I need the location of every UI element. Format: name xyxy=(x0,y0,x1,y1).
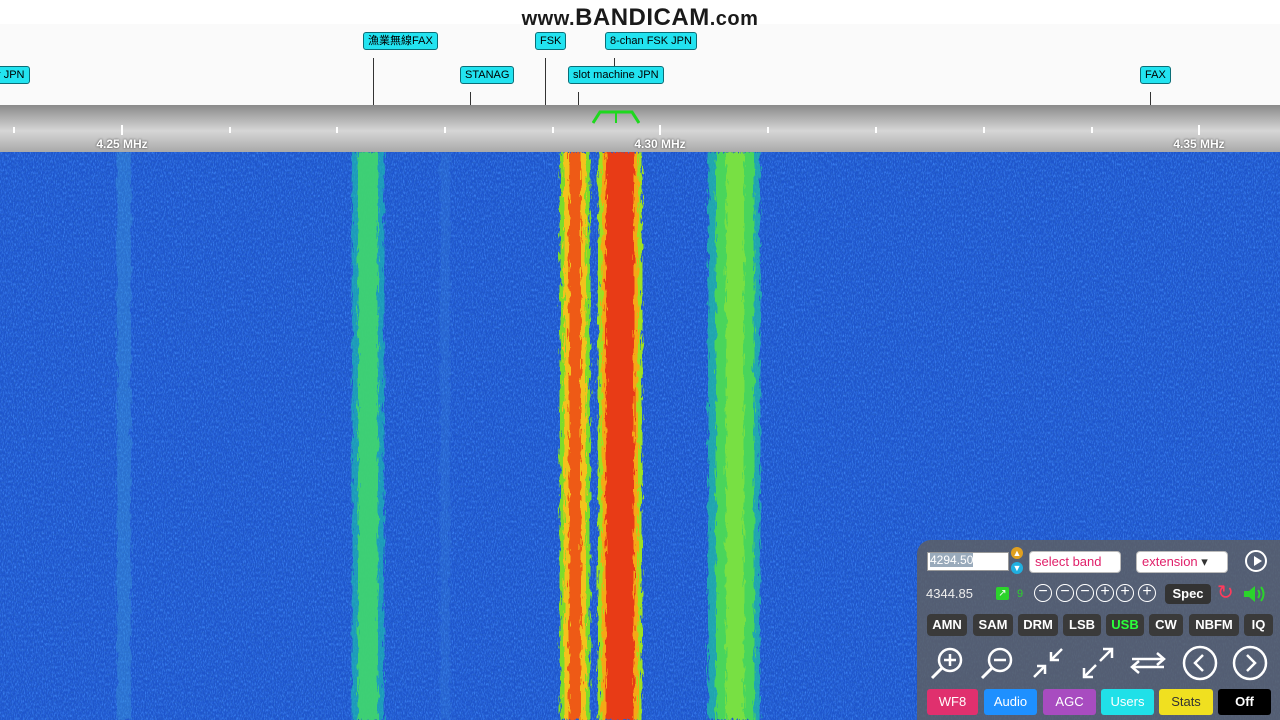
scale-tick xyxy=(875,127,877,133)
zoom-out-btn[interactable]: − xyxy=(1034,584,1052,602)
mode-amn[interactable]: AMN xyxy=(927,614,967,636)
mode-nbfm[interactable]: NBFM xyxy=(1189,614,1239,636)
dx-marker-line xyxy=(373,58,374,106)
control-panel: 4294.50 ▲ ▼ select band extension ▾ 4344… xyxy=(917,540,1280,720)
up-arrow-icon[interactable]: ▲ xyxy=(1011,547,1023,559)
zoom-out-btn[interactable]: − xyxy=(1056,584,1074,602)
arrow-right-icon[interactable] xyxy=(1231,644,1269,682)
arrow-left-icon[interactable] xyxy=(1181,644,1219,682)
extension-select-value: extension xyxy=(1142,554,1198,569)
mode-lsb[interactable]: LSB xyxy=(1063,614,1101,636)
dx-label-8chan-fsk[interactable]: 8-chan FSK JPN xyxy=(605,32,697,50)
passband-marker[interactable] xyxy=(592,107,640,127)
scale-label: 4.35 MHz xyxy=(1173,137,1225,151)
zoom-fit-icon[interactable] xyxy=(1029,644,1067,682)
frequency-input-value: 4294.50 xyxy=(930,553,974,567)
scale-tick xyxy=(1091,127,1093,133)
dx-label-jpn[interactable]: r JPN xyxy=(0,66,30,84)
scale-label: 4.25 MHz xyxy=(96,137,148,151)
agc-button[interactable]: AGC xyxy=(1043,689,1096,715)
scale-tick xyxy=(13,127,15,133)
dx-label-slot-machine[interactable]: slot machine JPN xyxy=(568,66,664,84)
zoom-max-icon[interactable] xyxy=(1079,644,1117,682)
audio-button[interactable]: Audio xyxy=(984,689,1037,715)
scale-tick xyxy=(767,127,769,133)
scale-label: 4.30 MHz xyxy=(634,137,686,151)
extension-select[interactable]: extension ▾ xyxy=(1136,551,1228,573)
users-button[interactable]: Users xyxy=(1101,689,1154,715)
zoom-in-btn[interactable]: + xyxy=(1138,584,1156,602)
dx-label-fishery-fax[interactable]: 漁業無線FAX xyxy=(363,32,438,50)
stats-button[interactable]: Stats xyxy=(1159,689,1213,715)
off-button[interactable]: Off xyxy=(1218,689,1271,715)
dx-label-fsk[interactable]: FSK xyxy=(535,32,567,50)
scale-tick xyxy=(552,127,554,133)
frequency-readout: 4344.85 xyxy=(926,586,973,601)
mode-iq[interactable]: IQ xyxy=(1244,614,1273,636)
wf-button[interactable]: WF8 xyxy=(927,689,978,715)
dx-marker-line xyxy=(545,58,546,106)
zoom-indicator-icon: ↗ xyxy=(996,587,1009,600)
watermark-prefix: www. xyxy=(521,8,576,30)
mode-sam[interactable]: SAM xyxy=(973,614,1013,636)
zoom-out-btn[interactable]: − xyxy=(1076,584,1094,602)
scale-tick-major xyxy=(659,125,661,135)
frequency-scale[interactable]: 4.25 MHz 4.30 MHz 4.35 MHz xyxy=(0,105,1280,152)
watermark-brand: BANDICAM xyxy=(575,4,710,31)
mode-drm[interactable]: DRM xyxy=(1018,614,1058,636)
play-icon[interactable] xyxy=(1245,550,1267,572)
down-arrow-icon[interactable]: ▼ xyxy=(1011,562,1023,574)
dx-marker-line xyxy=(1150,92,1151,106)
mode-usb[interactable]: USB xyxy=(1106,614,1144,636)
scale-tick xyxy=(336,127,338,133)
watermark-suffix: .com xyxy=(709,8,759,30)
band-select[interactable]: select band xyxy=(1029,551,1121,573)
scale-tick-major xyxy=(1198,125,1200,135)
dx-label-stanag[interactable]: STANAG xyxy=(460,66,515,84)
speaker-icon[interactable] xyxy=(1242,583,1268,605)
zoom-in-icon[interactable] xyxy=(929,644,967,682)
zoom-in-btn[interactable]: + xyxy=(1116,584,1134,602)
mode-cw[interactable]: CW xyxy=(1149,614,1183,636)
scale-tick xyxy=(229,127,231,133)
scale-tick-major xyxy=(121,125,123,135)
scale-tick xyxy=(444,127,446,133)
zoom-level: 9 xyxy=(1017,588,1024,600)
refresh-icon[interactable]: ↻ xyxy=(1217,582,1234,604)
zoom-out-icon[interactable] xyxy=(979,644,1017,682)
dx-marker-line xyxy=(470,92,471,106)
dx-label-bar: r JPN 漁業無線FAX FSK 8-chan FSK JPN STANAG … xyxy=(0,24,1280,106)
dx-label-fax[interactable]: FAX xyxy=(1140,66,1171,84)
scale-tick xyxy=(983,127,985,133)
swap-icon[interactable] xyxy=(1129,644,1167,682)
band-select-value: select band xyxy=(1035,554,1102,569)
spec-button[interactable]: Spec xyxy=(1165,584,1211,604)
frequency-input[interactable]: 4294.50 xyxy=(927,552,1009,571)
dx-marker-line xyxy=(578,92,579,106)
zoom-in-btn[interactable]: + xyxy=(1096,584,1114,602)
bandicam-watermark: www.BANDICAM.com xyxy=(0,4,1280,31)
